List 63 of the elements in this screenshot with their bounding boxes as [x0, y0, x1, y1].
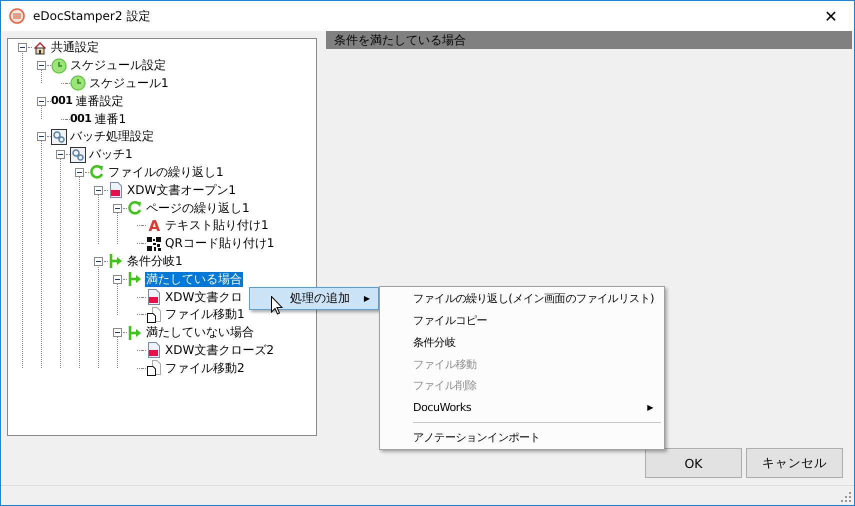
gears-icon	[51, 128, 67, 145]
gears-icon	[70, 146, 86, 163]
house-icon	[32, 40, 48, 56]
tree-item[interactable]: ファイルの繰り返し1	[107, 164, 225, 180]
loop-icon	[127, 200, 143, 216]
document-icon	[108, 182, 124, 198]
menu-item[interactable]: アノテーションインポート	[383, 426, 661, 448]
tree-item[interactable]: バッチ1	[88, 147, 134, 162]
collapse-toggle[interactable]	[113, 204, 122, 213]
file-icon	[146, 360, 162, 376]
file-icon	[146, 306, 162, 323]
app-logo-icon	[9, 8, 25, 24]
tree-item[interactable]: 満たしている場合	[145, 272, 243, 287]
mouse-cursor-icon	[271, 296, 283, 315]
loop-icon	[89, 164, 105, 180]
ok-button[interactable]: OK	[645, 448, 742, 478]
letter-icon: A	[146, 218, 162, 233]
collapse-toggle[interactable]	[56, 150, 65, 160]
collapse-toggle[interactable]	[37, 96, 46, 106]
menu-item[interactable]: ファイルの繰り返し(メイン画面のファイルリスト)	[383, 288, 661, 310]
tree-item[interactable]: 共通設定	[50, 40, 100, 56]
tree-item[interactable]: 満たしていない場合	[145, 325, 255, 340]
tree-item[interactable]: スケジュール設定	[69, 58, 167, 74]
close-button[interactable]: ✕	[808, 1, 854, 31]
branch-icon	[127, 271, 143, 288]
number-icon: 001	[51, 94, 72, 108]
menu-item[interactable]: DocuWorks ▶	[383, 396, 661, 418]
branch-icon	[108, 253, 124, 270]
tree-item[interactable]: バッチ処理設定	[69, 129, 155, 144]
collapse-toggle[interactable]	[94, 186, 103, 195]
document-icon	[146, 342, 162, 358]
tree-item[interactable]: ページの繰り返し1	[145, 200, 251, 216]
tree-item[interactable]: 条件分岐1	[126, 254, 184, 269]
tree-item[interactable]: テキスト貼り付け1	[164, 218, 270, 234]
tree-item[interactable]: ファイル移動2	[164, 360, 246, 376]
qr-code-icon	[146, 236, 162, 252]
menu-item[interactable]: 条件分岐	[383, 331, 661, 354]
collapse-toggle[interactable]	[18, 43, 27, 52]
tree-item[interactable]: XDW文書クローズ2	[164, 342, 275, 358]
tree-item[interactable]: ファイル移動1	[164, 307, 246, 322]
tree-item[interactable]: 連番設定	[74, 94, 124, 109]
collapse-toggle[interactable]	[37, 132, 46, 142]
panel-header: 条件を満たしている場合	[326, 31, 852, 49]
clock-icon	[51, 58, 67, 74]
window-title: eDocStamper2 設定	[33, 8, 152, 24]
collapse-toggle[interactable]	[37, 61, 46, 70]
collapse-toggle[interactable]	[113, 274, 122, 284]
collapse-toggle[interactable]	[75, 168, 84, 177]
cancel-button[interactable]: キャンセル	[746, 448, 843, 478]
tree-item[interactable]: XDW文書クロ	[164, 290, 244, 305]
tree-item[interactable]: QRコード貼り付け1	[164, 236, 276, 252]
context-menu-item[interactable]: 処理の追加 ▶	[249, 287, 379, 310]
tree-item[interactable]: XDW文書オープン1	[126, 182, 237, 198]
menu-item[interactable]: ファイルコピー	[383, 310, 661, 332]
document-icon	[146, 289, 162, 306]
collapse-toggle[interactable]	[94, 256, 103, 266]
branch-icon	[127, 324, 143, 341]
collapse-toggle[interactable]	[113, 328, 122, 338]
tree-item[interactable]: スケジュール1	[88, 76, 170, 91]
number-icon: 001	[70, 112, 92, 126]
clock-icon	[70, 75, 86, 92]
tree-item[interactable]: 連番1	[93, 112, 128, 127]
resize-grip-icon	[841, 492, 851, 502]
